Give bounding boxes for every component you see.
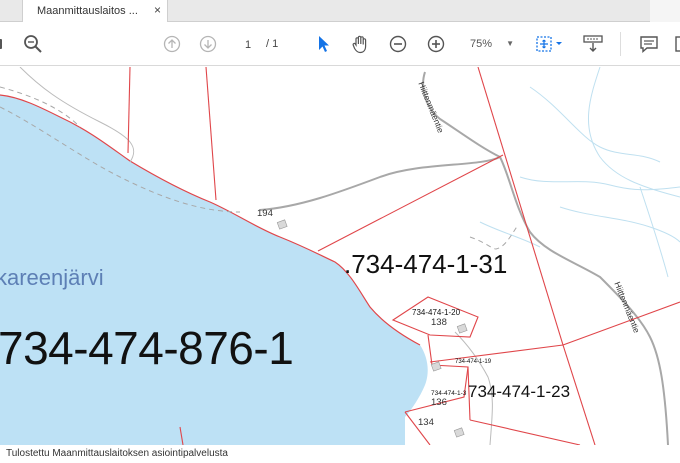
chevron-down-icon: ▼	[506, 39, 514, 48]
address-number-194: 194	[257, 208, 273, 219]
parcel-label-23: 734-474-1-23	[468, 382, 571, 401]
select-tool-icon[interactable]	[312, 22, 336, 66]
close-tab-icon[interactable]: ×	[154, 3, 161, 17]
address-number-136: 136	[431, 397, 447, 408]
parcel-label-20: 734-474-1-20	[412, 308, 461, 317]
previous-page-icon[interactable]	[160, 22, 184, 66]
zoom-level-value: 75%	[470, 38, 493, 50]
print-footer: Tulostettu Maanmittauslaitoksen asiointi…	[0, 445, 680, 463]
fit-page-icon[interactable]	[532, 22, 566, 66]
page-number-input[interactable]: 1	[234, 33, 262, 55]
parcel-label-19: 734-474-1-19	[455, 359, 492, 365]
zoom-level-select[interactable]: 75% ▼	[462, 33, 520, 55]
toolbar-separator	[620, 32, 621, 56]
document-tab[interactable]: Maanmittauslaitos ... ×	[22, 0, 168, 22]
document-tab-title: Maanmittauslaitos ...	[37, 5, 138, 17]
toolbar: 1 / 1 75% ▼	[0, 22, 680, 66]
parcel-label-big: 734-474-876-1	[0, 322, 294, 374]
parcel-label-31: .734-474-1-31	[344, 249, 508, 279]
parcel-label-small: 734-474-1-3	[431, 390, 467, 397]
address-number-138: 138	[431, 317, 447, 328]
tab-bar-right-area	[650, 0, 680, 22]
zoom-in-icon[interactable]	[424, 22, 448, 66]
next-page-icon[interactable]	[196, 22, 220, 66]
search-icon[interactable]	[20, 22, 46, 66]
scroll-mode-icon[interactable]	[578, 22, 608, 66]
hand-tool-icon[interactable]	[348, 22, 374, 66]
map-page[interactable]: kareenjärvi 734-474-876-1 .734-474-1-31 …	[0, 67, 680, 445]
pdf-viewer: Maanmittauslaitos ... × 1 / 1 75% ▼ kare…	[0, 0, 680, 463]
print-icon[interactable]	[0, 22, 8, 66]
map-canvas	[0, 67, 680, 445]
tab-bar: Maanmittauslaitos ... ×	[0, 0, 680, 22]
lake-name-label: kareenjärvi	[0, 265, 104, 290]
zoom-out-icon[interactable]	[386, 22, 410, 66]
address-number-134: 134	[418, 417, 434, 428]
more-tools-icon[interactable]	[670, 22, 680, 66]
page-total: / 1	[266, 38, 279, 50]
comment-icon[interactable]	[636, 22, 662, 66]
